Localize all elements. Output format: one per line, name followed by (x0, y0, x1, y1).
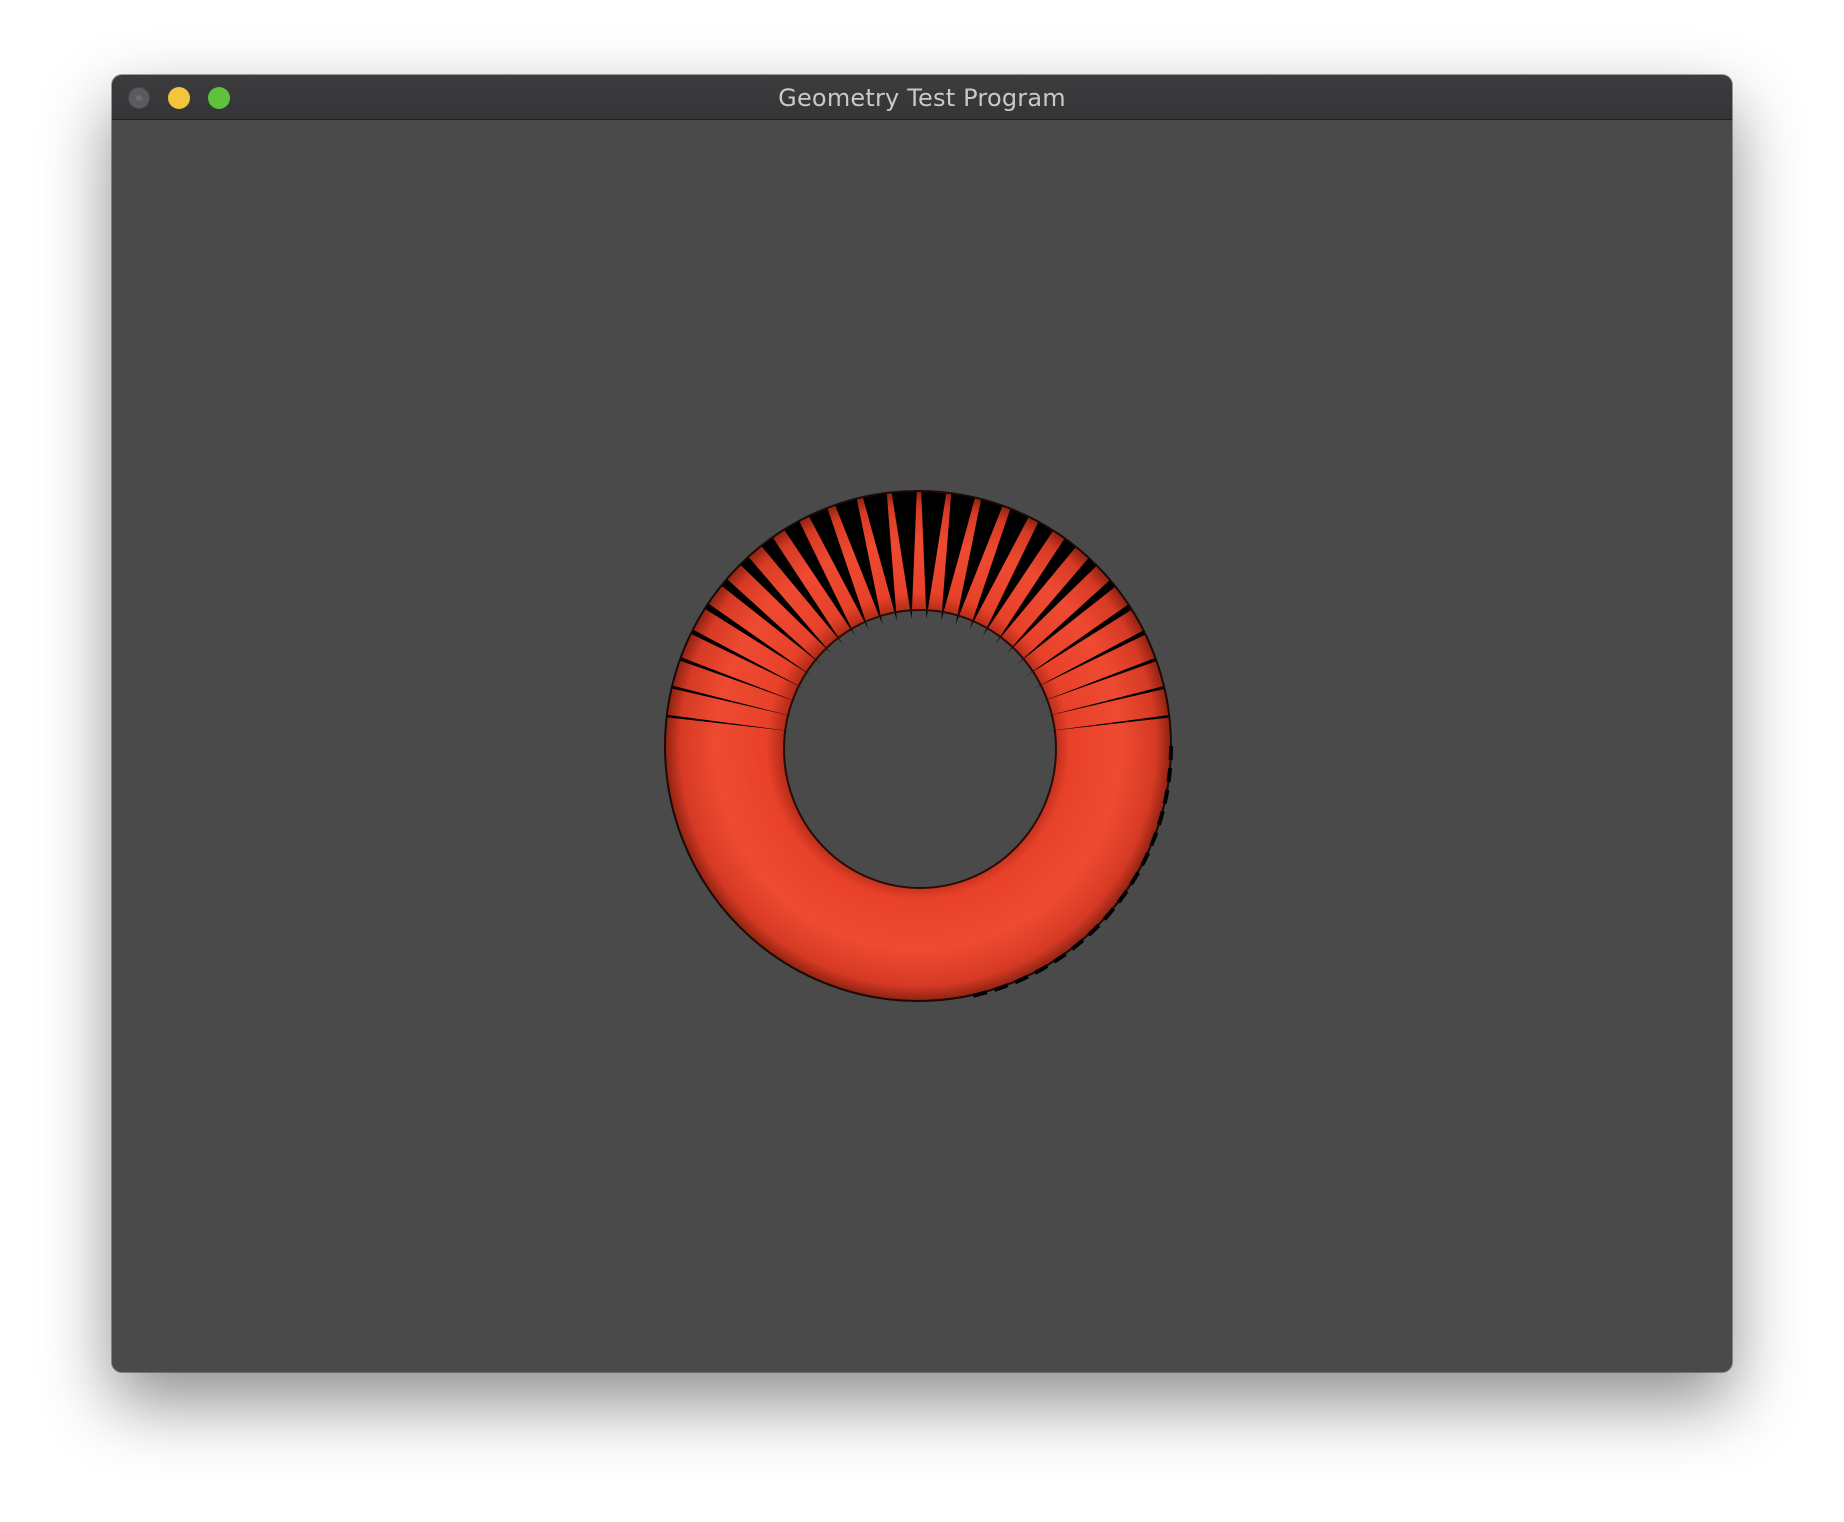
window-title: Geometry Test Program (778, 84, 1066, 112)
torus-inner-edge (783, 609, 1057, 889)
app-window: Geometry Test Program (112, 75, 1732, 1372)
torus-render (664, 490, 1174, 1002)
torus-body (665, 491, 1171, 1001)
title-bar[interactable]: Geometry Test Program (112, 75, 1732, 120)
render-viewport[interactable] (112, 120, 1732, 1372)
